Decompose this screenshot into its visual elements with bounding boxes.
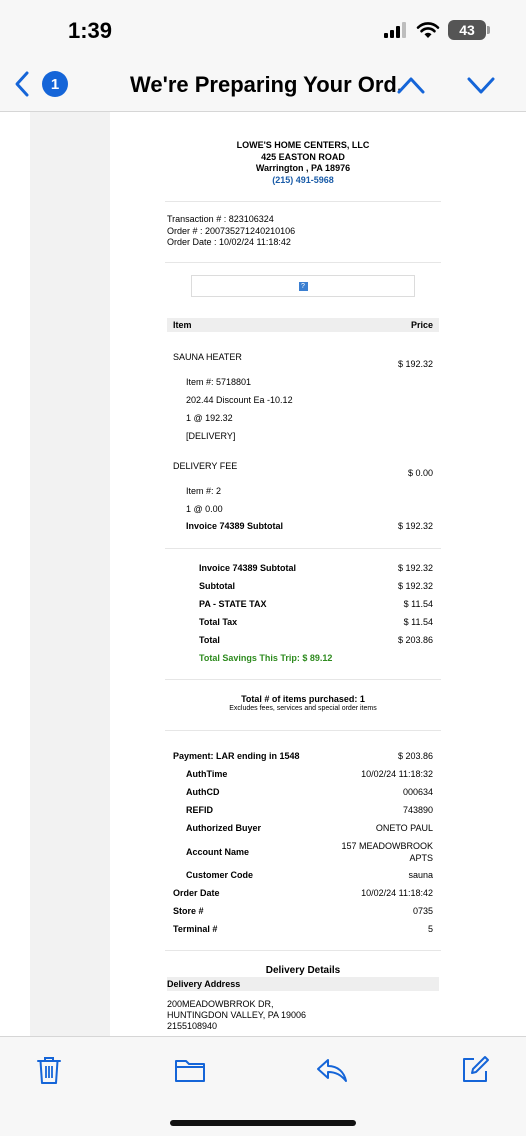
store-number-value: 0735 [412,906,433,916]
total-savings: Total Savings This Trip: $ 89.12 [199,653,333,663]
item-price: $ 0.00 [407,468,433,478]
home-indicator[interactable] [170,1120,356,1126]
store-name: LOWE'S HOME CENTERS, LLC [236,140,370,150]
invoice-subtotal-value: $ 192.32 [397,521,433,531]
payment-row-label: REFID [186,805,213,815]
reply-icon [317,1059,347,1082]
compose-icon [463,1056,489,1082]
back-button[interactable]: 1 [14,70,68,98]
order-date-value: 10/02/24 11:18:42 [361,888,433,898]
divider [165,548,441,549]
compose-button[interactable] [458,1053,492,1087]
items-count: Total # of items purchased: 1 [241,694,365,704]
image-placeholder: ? [191,275,415,297]
total-row-value: $ 11.54 [403,617,433,627]
payment-value: $ 203.86 [397,751,433,761]
item-name: SAUNA HEATER [173,352,242,362]
store-info: LOWE'S HOME CENTERS, LLC 425 EASTON ROAD… [165,140,441,186]
order-date-label: Order Date [173,888,220,898]
item-detail: 202.44 Discount Ea -10.12 [186,395,293,405]
payment-label: Payment: LAR ending in 1548 [173,751,300,761]
store-phone-link[interactable]: (215) 491-5968 [165,175,441,187]
item-detail: Item #: 2 [186,486,222,496]
total-row-value: $ 203.86 [397,635,433,645]
payment-row-value: 743890 [402,805,433,815]
delivery-address-header: Delivery Address [167,977,439,991]
email-margin [30,112,110,1036]
price-column-header: Price [410,320,433,330]
delivery-phone: 2155108940 [167,1021,218,1031]
total-row-value: $ 192.32 [397,563,433,573]
payment-row-value: 157 MEADOWBROOK [341,841,433,851]
item-name: DELIVERY FEE [173,461,238,471]
total-row-label: Invoice 74389 Subtotal [199,563,297,573]
status-bar: 1:39 43 [0,0,526,62]
terminal-label: Terminal # [173,924,218,934]
delivery-address-line: HUNTINGDON VALLEY, PA 19006 [167,1010,307,1020]
item-detail: Item #: 5718801 [186,377,252,387]
items-count-note: Excludes fees, services and special orde… [229,705,377,712]
unread-count-badge: 1 [42,71,68,97]
reply-button[interactable] [315,1053,349,1087]
item-detail: 1 @ 192.32 [186,413,233,423]
total-row-label: Subtotal [199,581,235,591]
items-table-header: Item Price [167,318,439,332]
delete-button[interactable] [32,1053,66,1087]
transaction-number: Transaction # : 823106324 [167,214,274,224]
status-icons: 43 [384,20,490,40]
divider [165,201,441,202]
payment-row-value: 10/02/24 11:18:32 [361,769,433,779]
nav-bar: 1 We're Preparing Your Ord... [0,62,526,112]
total-row-value: $ 192.32 [397,581,433,591]
divider [165,730,441,731]
move-to-folder-button[interactable] [173,1053,207,1087]
trash-icon [37,1057,61,1084]
payment-row-label: AuthTime [186,769,228,779]
total-row-label: Total [199,635,220,645]
broken-image-icon: ? [298,281,308,291]
chevron-left-icon [15,71,29,97]
store-city: Warrington , PA 18976 [255,163,351,173]
payment-row-label: Authorized Buyer [186,823,262,833]
total-row-label: PA - STATE TAX [199,599,267,609]
payment-row-label: AuthCD [186,787,220,797]
terminal-value: 5 [427,924,433,934]
status-time: 1:39 [68,18,113,43]
receipt-document[interactable]: LOWE'S HOME CENTERS, LLC 425 EASTON ROAD… [165,112,441,1036]
payment-row-value: sauna [408,870,433,880]
order-date: Order Date : 10/02/24 11:18:42 [167,237,291,247]
wifi-icon [416,22,440,38]
chevron-up-icon[interactable] [396,72,426,98]
cellular-signal-icon [384,22,406,38]
payment-row-label: Account Name [186,847,250,857]
order-number: Order # : 200735271240210106 [167,225,296,236]
divider [165,679,441,680]
payment-row-value: ONETO PAUL [375,823,433,833]
message-subject-title: We're Preparing Your Ord... [130,72,400,97]
total-row-label: Total Tax [199,617,238,627]
payment-row-label: Customer Code [186,870,254,880]
folder-icon [175,1060,205,1082]
delivery-details-title: Delivery Details [265,965,341,976]
payment-row-value: 000634 [402,787,433,797]
divider [165,262,441,263]
delivery-address-line: 200MEADOWBRROK DR, [167,999,274,1009]
item-price: $ 192.32 [397,359,433,369]
store-address: 425 EASTON ROAD [261,151,345,162]
divider [165,950,441,951]
message-navigation [396,72,496,98]
battery-icon: 43 [448,20,490,40]
item-detail: [DELIVERY] [186,431,236,441]
store-number-label: Store # [173,906,204,916]
payment-row-value: APTS [409,853,433,863]
total-row-value: $ 11.54 [403,599,433,609]
transaction-info: Transaction # : 823106324 Order # : 2007… [167,214,295,249]
item-column-header: Item [173,320,192,330]
invoice-subtotal-label: Invoice 74389 Subtotal [186,521,284,531]
chevron-down-icon[interactable] [466,72,496,98]
item-detail: 1 @ 0.00 [186,504,223,514]
